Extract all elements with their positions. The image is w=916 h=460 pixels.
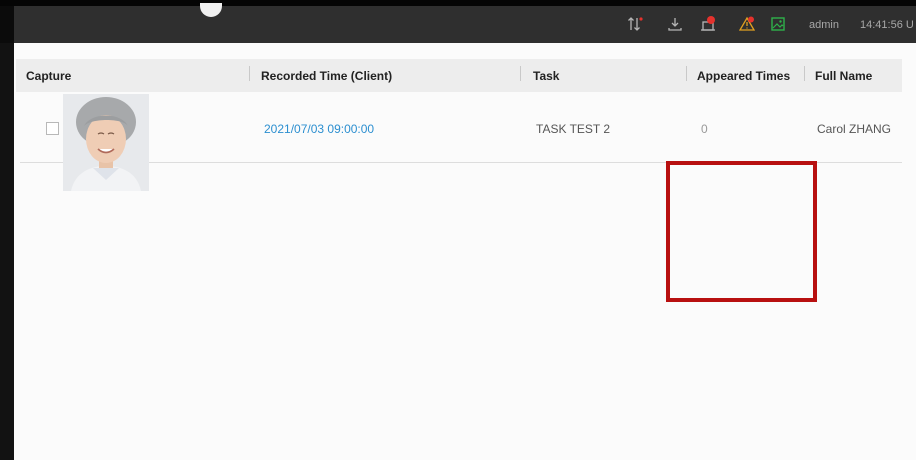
column-appeared-times[interactable]: Appeared Times <box>697 69 790 83</box>
warning-icon[interactable] <box>739 16 755 32</box>
task-cell: TASK TEST 2 <box>536 122 611 136</box>
top-toolbar: admin 14:41:56 U <box>14 3 916 43</box>
column-task[interactable]: Task <box>533 69 559 83</box>
current-user[interactable]: admin <box>809 19 839 31</box>
column-separator[interactable] <box>249 66 250 81</box>
appeared-times-cell: 0 <box>701 122 708 136</box>
column-separator[interactable] <box>520 66 521 81</box>
window-handle <box>200 3 222 17</box>
transfer-icon[interactable] <box>627 16 643 32</box>
image-icon[interactable] <box>770 16 786 32</box>
full-name-cell: Carol ZHANG <box>817 122 892 136</box>
recorded-time-link[interactable]: 2021/07/03 09:00:00 <box>264 122 374 136</box>
left-frame-edge <box>0 43 14 460</box>
capture-photo[interactable] <box>63 94 149 191</box>
column-recorded-time[interactable]: Recorded Time (Client) <box>261 69 392 83</box>
face-thumbnail <box>63 94 149 191</box>
download-icon[interactable] <box>667 16 683 32</box>
row-checkbox[interactable] <box>46 122 59 135</box>
column-full-name[interactable]: Full Name <box>815 69 872 83</box>
clock: 14:41:56 U <box>860 19 914 31</box>
table-header: Capture Recorded Time (Client) Task Appe… <box>16 59 902 92</box>
table-row[interactable]: 2021/07/03 09:00:00 TASK TEST 2 0 Carol … <box>20 92 902 191</box>
alarm-device-icon[interactable] <box>700 16 716 32</box>
column-separator[interactable] <box>686 66 687 81</box>
column-capture[interactable]: Capture <box>26 69 71 83</box>
highlight-annotation-box <box>666 161 817 302</box>
column-separator[interactable] <box>804 66 805 81</box>
